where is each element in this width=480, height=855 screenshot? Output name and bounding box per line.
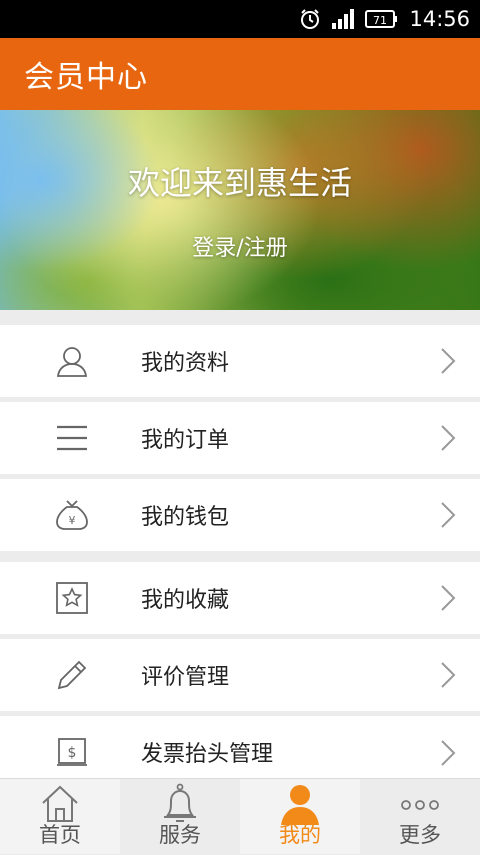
bottom-tab-bar: 首页 服务 我的 更多 [0,778,480,855]
svg-text:¥: ¥ [69,514,76,527]
clock: 14:56 [409,7,470,31]
tab-more[interactable]: 更多 [360,779,480,855]
signal-icon [331,8,355,30]
page-title: 会员中心 [24,60,148,95]
menu-item-label: 评价管理 [141,665,230,690]
more-icon [401,800,439,810]
menu-item-reviews[interactable]: 评价管理 [0,639,480,711]
chevron-right-icon [441,348,456,374]
app-bar: 会员中心 [0,38,480,110]
welcome-text: 欢迎来到惠生活 [127,164,352,202]
menu-item-label: 我的资料 [141,351,230,376]
welcome-banner: 欢迎来到惠生活 登录/注册 [0,110,480,310]
tab-home[interactable]: 首页 [0,779,120,855]
menu-item-label: 发票抬头管理 [141,742,274,767]
alarm-icon [299,8,321,30]
battery-level: 71 [373,14,387,27]
menu-item-label: 我的收藏 [141,588,230,613]
money-bag-icon: ¥ [52,495,92,535]
chevron-right-icon [441,425,456,451]
tab-mine[interactable]: 我的 [240,779,360,855]
menu-item-orders[interactable]: 我的订单 [0,402,480,474]
chevron-right-icon [441,585,456,611]
person-icon [281,785,319,825]
status-bar: 71 14:56 [0,0,480,38]
chevron-right-icon [441,502,456,528]
chevron-right-icon [441,662,456,688]
menu-item-invoice-title[interactable]: $ 发票抬头管理 [0,716,480,778]
pencil-icon [52,655,92,695]
login-register-link[interactable]: 登录/注册 [0,230,480,262]
invoice-icon: $ [52,732,92,772]
menu-item-profile[interactable]: 我的资料 [0,325,480,397]
menu-item-favorites[interactable]: 我的收藏 [0,562,480,634]
battery-icon: 71 [365,9,399,29]
bell-icon [164,783,196,822]
star-icon [52,578,92,618]
menu-item-label: 我的钱包 [141,505,230,530]
chevron-right-icon [441,740,456,766]
menu-item-wallet[interactable]: ¥ 我的钱包 [0,479,480,551]
home-icon [42,785,78,822]
list-icon [52,418,92,458]
tab-services[interactable]: 服务 [120,779,240,855]
user-icon [52,341,92,381]
menu-item-label: 我的订单 [141,428,230,453]
svg-text:$: $ [68,745,77,761]
